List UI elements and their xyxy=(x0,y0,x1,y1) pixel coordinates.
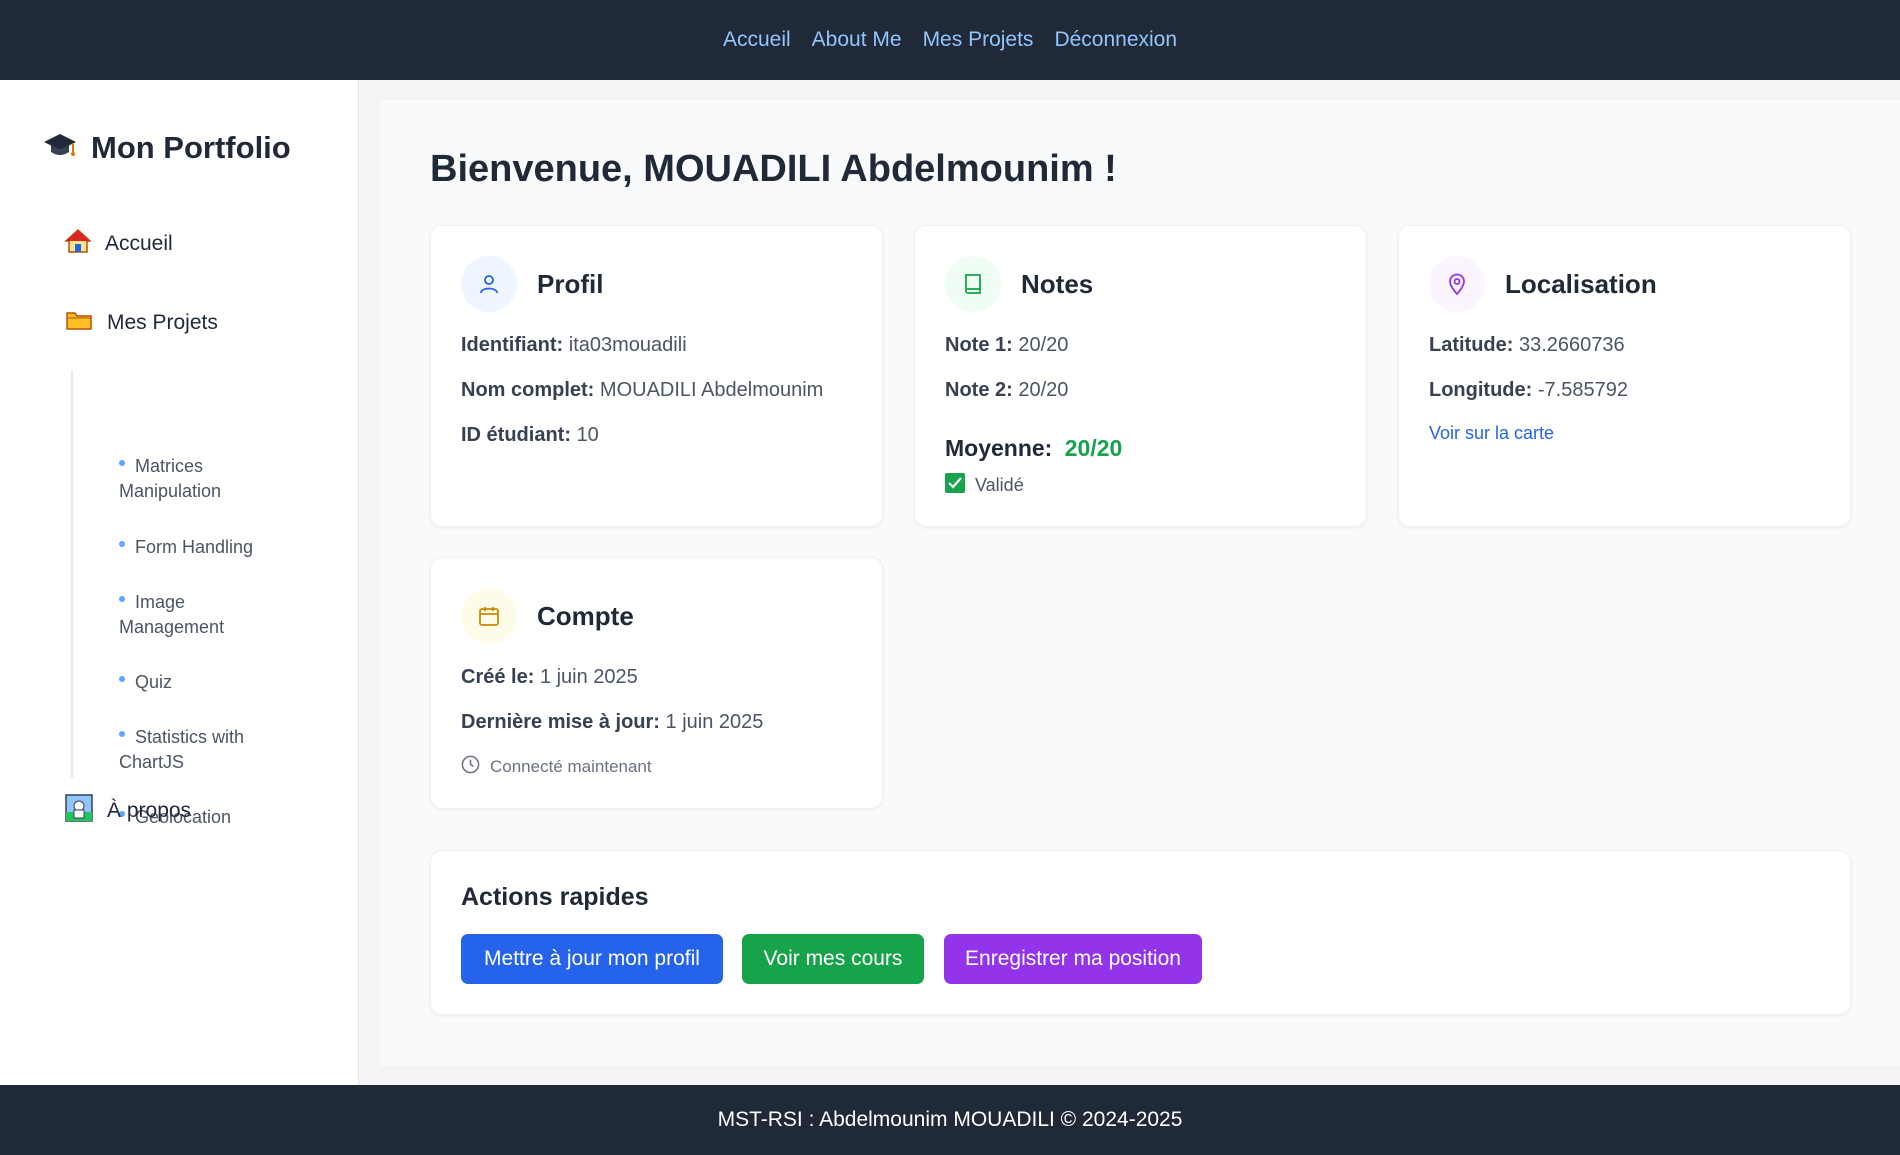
profil-nom-complet: Nom complet: MOUADILI Abdelmounim xyxy=(461,379,824,401)
map-pin-icon xyxy=(1429,256,1485,312)
picture-icon xyxy=(65,794,93,828)
check-box-icon xyxy=(945,473,965,498)
footer-text: MST-RSI : Abdelmounim MOUADILI © 2024-20… xyxy=(717,1108,1183,1131)
calendar-icon xyxy=(461,588,517,644)
sidebar-item-label: À propos xyxy=(107,799,192,822)
topnav-link-mes-projets[interactable]: Mes Projets xyxy=(923,28,1034,52)
profil-id-etudiant: ID étudiant: 10 xyxy=(461,424,599,446)
sidebar-item-accueil[interactable]: Accueil xyxy=(64,228,173,260)
submenu-item-statistics[interactable]: Statistics with ChartJS xyxy=(119,725,289,775)
note-2: Note 2: 20/20 xyxy=(945,379,1069,401)
book-icon xyxy=(945,256,1001,312)
updated-date: Dernière mise à jour: 1 juin 2025 xyxy=(461,711,764,733)
localisation-card: Localisation Latitude: 33.2660736 Longit… xyxy=(1398,225,1851,527)
graduation-cap-icon xyxy=(43,131,77,166)
brand-title: Mon Portfolio xyxy=(91,130,291,165)
brand: Mon Portfolio xyxy=(43,130,291,166)
topnav-link-about-me[interactable]: About Me xyxy=(812,28,902,52)
sidebar-item-a-propos[interactable]: À propos xyxy=(65,794,191,828)
submenu-item-quiz[interactable]: Quiz xyxy=(119,670,289,695)
card-title: Profil xyxy=(537,268,604,299)
latitude: Latitude: 33.2660736 xyxy=(1429,334,1625,356)
user-icon xyxy=(461,256,517,312)
card-title: Localisation xyxy=(1505,268,1657,299)
card-title: Notes xyxy=(1021,268,1094,299)
topnav-link-accueil[interactable]: Accueil xyxy=(723,28,791,52)
bullet-icon xyxy=(119,676,125,683)
notes-card: Notes Note 1: 20/20 Note 2: 20/20 Moyenn… xyxy=(914,225,1367,527)
top-navbar: Accueil About Me Mes Projets Déconnexion xyxy=(0,0,1900,80)
bullet-icon xyxy=(119,460,125,467)
sidebar-item-label: Accueil xyxy=(105,232,173,255)
bullet-icon xyxy=(119,596,125,603)
topnav-link-deconnexion[interactable]: Déconnexion xyxy=(1054,28,1177,52)
submenu-item-image-management[interactable]: Image Management xyxy=(119,590,289,640)
moyenne: Moyenne: 20/20 xyxy=(945,435,1123,461)
connection-status: Connecté maintenant xyxy=(461,755,652,779)
actions-card: Actions rapides xyxy=(430,850,1851,1015)
page-title: Bienvenue, MOUADILI Abdelmounim ! xyxy=(430,148,1117,190)
sidebar-item-label: Mes Projets xyxy=(107,311,218,334)
sidebar: Mon Portfolio Accueil Mes Projets Matric… xyxy=(0,80,359,1085)
profil-card: Profil Identifiant: ita03mouadili Nom co… xyxy=(430,225,883,527)
submenu-item-matrices[interactable]: Matrices Manipulation xyxy=(119,454,289,504)
update-profile-button[interactable]: Mettre à jour mon profil xyxy=(461,934,723,984)
save-position-button[interactable]: Enregistrer ma position xyxy=(944,934,1202,984)
projects-submenu: Matrices Manipulation Form Handling Imag… xyxy=(71,370,291,827)
profil-identifiant: Identifiant: ita03mouadili xyxy=(461,334,687,356)
validation-status: Validé xyxy=(945,473,1024,498)
compte-card: Compte Créé le: 1 juin 2025 Dernière mis… xyxy=(430,557,883,809)
actions-title: Actions rapides xyxy=(461,883,649,911)
bullet-icon xyxy=(119,541,125,548)
view-courses-button[interactable]: Voir mes cours xyxy=(742,934,924,984)
card-title: Compte xyxy=(537,600,634,631)
longitude: Longitude: -7.585792 xyxy=(1429,379,1628,401)
bullet-icon xyxy=(119,731,125,738)
footer: MST-RSI : Abdelmounim MOUADILI © 2024-20… xyxy=(0,1085,1900,1155)
view-map-link[interactable]: Voir sur la carte xyxy=(1429,423,1554,444)
created-date: Créé le: 1 juin 2025 xyxy=(461,666,638,688)
sidebar-item-mes-projets[interactable]: Mes Projets xyxy=(65,308,218,338)
folder-icon xyxy=(65,308,93,338)
clock-icon xyxy=(461,755,480,779)
note-1: Note 1: 20/20 xyxy=(945,334,1069,356)
submenu-item-form-handling[interactable]: Form Handling xyxy=(119,535,289,560)
house-icon xyxy=(64,228,92,260)
